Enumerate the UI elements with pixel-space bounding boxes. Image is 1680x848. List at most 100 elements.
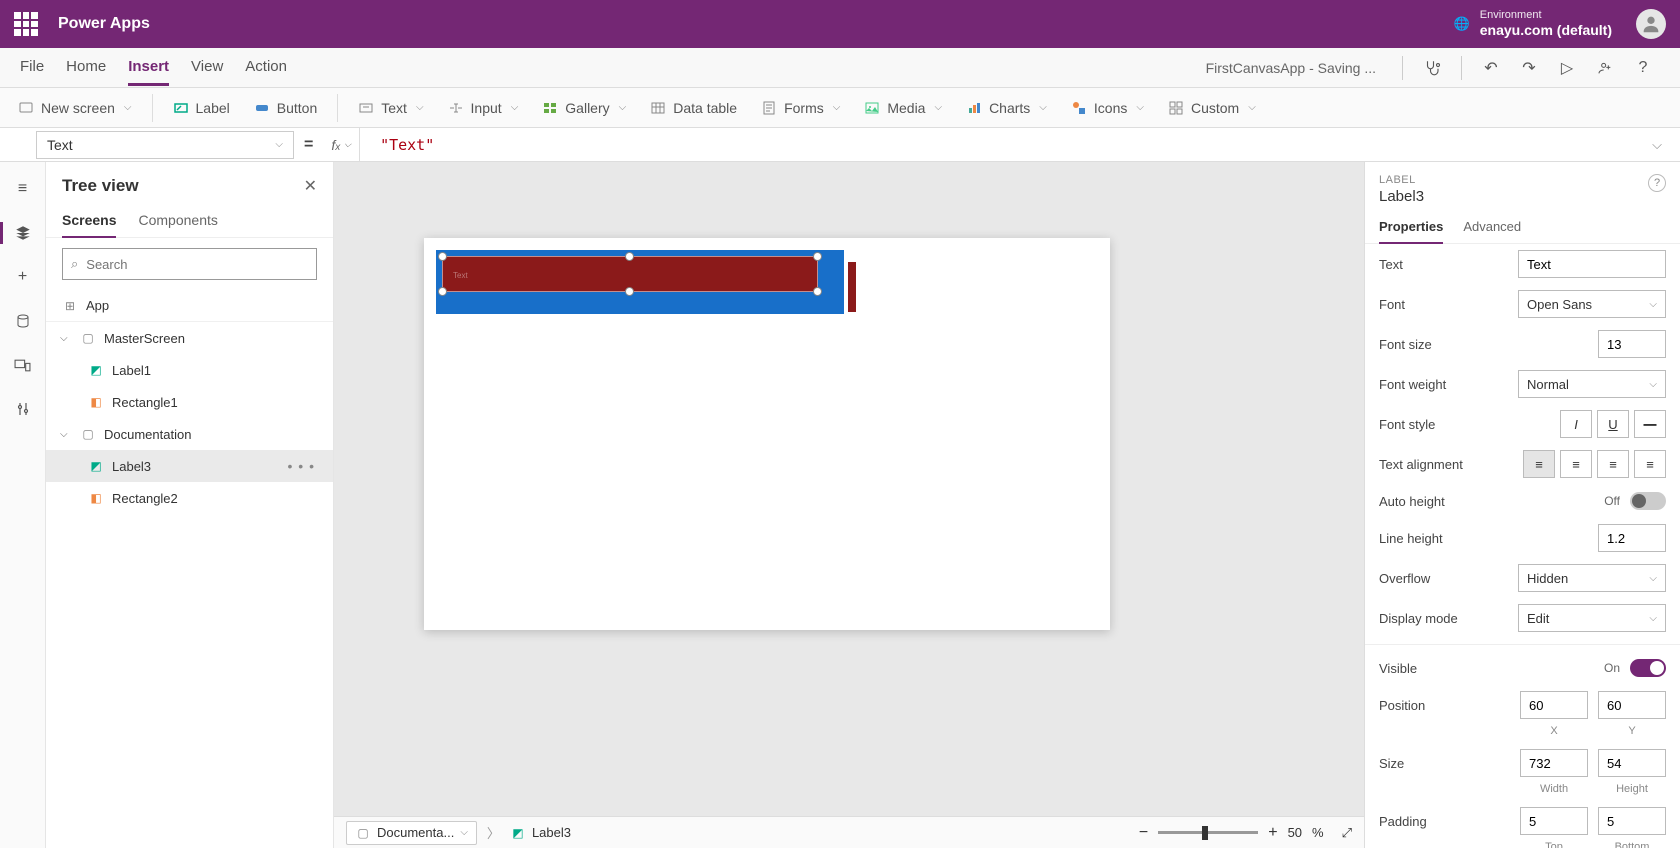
menu-insert[interactable]: Insert xyxy=(128,50,169,86)
breadcrumb-screen[interactable]: ▢ Documenta... ⌵ xyxy=(346,821,477,845)
strikethrough-button[interactable]: — xyxy=(1634,410,1666,438)
text-dropdown[interactable]: Text xyxy=(348,94,433,122)
gallery-dropdown[interactable]: Gallery xyxy=(532,94,636,122)
tree-screen-master[interactable]: ⌵ ▢ MasterScreen xyxy=(46,322,333,354)
resize-handle-se[interactable] xyxy=(813,287,822,296)
share-button[interactable] xyxy=(1588,51,1622,85)
prop-padtop-input[interactable] xyxy=(1520,807,1588,835)
tree-search-input[interactable] xyxy=(86,257,308,272)
breadcrumb-control[interactable]: ◩ Label3 xyxy=(510,825,571,841)
prop-padbottom-input[interactable] xyxy=(1598,807,1666,835)
align-center-button[interactable]: ≡ xyxy=(1560,450,1592,478)
icons-dropdown[interactable]: Icons xyxy=(1061,94,1154,122)
label-icon xyxy=(173,100,189,116)
zoom-in-button[interactable]: + xyxy=(1268,824,1277,842)
input-dropdown[interactable]: Input xyxy=(438,94,529,122)
align-left-button[interactable]: ≡ xyxy=(1523,450,1555,478)
play-button[interactable]: ▷ xyxy=(1550,51,1584,85)
property-dropdown[interactable]: Text⌵ xyxy=(36,131,294,159)
resize-handle-ne[interactable] xyxy=(813,252,822,261)
more-options-button[interactable]: • • • xyxy=(282,458,321,474)
resize-handle-n[interactable] xyxy=(625,252,634,261)
visible-toggle[interactable] xyxy=(1630,659,1666,677)
menu-file[interactable]: File xyxy=(20,50,44,85)
tree-item-rectangle1[interactable]: ◧ Rectangle1 xyxy=(46,386,333,418)
props-tab-properties[interactable]: Properties xyxy=(1379,211,1443,244)
fit-screen-button[interactable]: ⤢ xyxy=(1342,825,1352,841)
zoom-out-button[interactable]: − xyxy=(1139,824,1148,842)
charts-dropdown[interactable]: Charts xyxy=(956,94,1057,122)
button-button[interactable]: Button xyxy=(244,94,327,122)
tree-view-button[interactable] xyxy=(8,218,38,248)
canvas-area[interactable]: Text ▢ Documenta... ⌵ 〉 ◩ Label xyxy=(334,162,1364,848)
align-right-button[interactable]: ≡ xyxy=(1597,450,1629,478)
rectangle-control[interactable]: Text xyxy=(436,250,844,314)
button-icon xyxy=(254,100,270,116)
tree-tab-screens[interactable]: Screens xyxy=(62,204,116,238)
help-button[interactable]: ? xyxy=(1626,51,1660,85)
form-icon xyxy=(761,100,777,116)
collapse-icon[interactable]: ⌵ xyxy=(60,429,72,440)
tree-item-label3[interactable]: ◩ Label3 • • • xyxy=(46,450,333,482)
hamburger-button[interactable]: ≡ xyxy=(8,174,38,204)
tree-tab-components[interactable]: Components xyxy=(138,204,217,237)
tree-search[interactable]: ⌕ xyxy=(62,248,317,280)
tree-item-rectangle2[interactable]: ◧ Rectangle2 xyxy=(46,482,333,514)
sliders-icon xyxy=(15,401,31,417)
brand-label: Power Apps xyxy=(58,15,150,33)
rectangle-edge xyxy=(848,262,856,312)
undo-button[interactable]: ↶ xyxy=(1474,51,1508,85)
align-justify-button[interactable]: ≡ xyxy=(1634,450,1666,478)
data-table-button[interactable]: Data table xyxy=(640,94,747,122)
media-button[interactable] xyxy=(8,350,38,380)
redo-button[interactable]: ↷ xyxy=(1512,51,1546,85)
media-dropdown[interactable]: Media xyxy=(854,94,952,122)
data-button[interactable] xyxy=(8,306,38,336)
collapse-icon[interactable]: ⌵ xyxy=(60,333,72,344)
zoom-slider[interactable] xyxy=(1158,831,1258,834)
resize-handle-sw[interactable] xyxy=(438,287,447,296)
italic-button[interactable]: I xyxy=(1560,410,1592,438)
fx-dropdown[interactable]: fx⌵ xyxy=(323,128,360,161)
formula-expand-button[interactable]: ⌵ xyxy=(1644,137,1670,153)
user-avatar[interactable] xyxy=(1636,9,1666,39)
prop-text-input[interactable] xyxy=(1518,250,1666,278)
prop-x-input[interactable] xyxy=(1520,691,1588,719)
prop-displaymode-select[interactable]: Edit⌵ xyxy=(1518,604,1666,632)
canvas-screen[interactable]: Text xyxy=(424,238,1110,630)
props-tab-advanced[interactable]: Advanced xyxy=(1463,211,1521,243)
prop-fontweight-select[interactable]: Normal⌵ xyxy=(1518,370,1666,398)
underline-button[interactable]: U xyxy=(1597,410,1629,438)
custom-dropdown[interactable]: Custom xyxy=(1158,94,1266,122)
resize-handle-s[interactable] xyxy=(625,287,634,296)
prop-y-input[interactable] xyxy=(1598,691,1666,719)
label-control-selected[interactable]: Text xyxy=(442,256,818,292)
waffle-icon[interactable] xyxy=(14,12,38,36)
app-checker-button[interactable] xyxy=(1415,51,1449,85)
formula-input[interactable] xyxy=(370,128,1634,161)
forms-dropdown[interactable]: Forms xyxy=(751,94,850,122)
prop-font-select[interactable]: Open Sans⌵ xyxy=(1518,290,1666,318)
tree-app-item[interactable]: ⊞ App xyxy=(46,290,333,322)
env-name: enayu.com (default) xyxy=(1480,22,1612,39)
menu-home[interactable]: Home xyxy=(66,50,106,85)
prop-lineheight-input[interactable] xyxy=(1598,524,1666,552)
tools-button[interactable] xyxy=(8,394,38,424)
tree-screen-documentation[interactable]: ⌵ ▢ Documentation xyxy=(46,418,333,450)
label-button[interactable]: Label xyxy=(163,94,240,122)
new-screen-button[interactable]: New screen xyxy=(8,94,142,122)
prop-width-input[interactable] xyxy=(1520,749,1588,777)
resize-handle-nw[interactable] xyxy=(438,252,447,261)
prop-fontsize-input[interactable] xyxy=(1598,330,1666,358)
help-icon[interactable]: ? xyxy=(1648,174,1666,192)
auto-height-toggle[interactable] xyxy=(1630,492,1666,510)
prop-overflow-select[interactable]: Hidden⌵ xyxy=(1518,564,1666,592)
menu-action[interactable]: Action xyxy=(245,50,287,85)
prop-height-input[interactable] xyxy=(1598,749,1666,777)
close-tree-button[interactable]: ✕ xyxy=(304,176,317,196)
equals-label: = xyxy=(304,136,313,154)
menu-view[interactable]: View xyxy=(191,50,223,85)
environment-picker[interactable]: 🌐 Environment enayu.com (default) xyxy=(1454,9,1612,39)
add-button[interactable]: + xyxy=(8,262,38,292)
tree-item-label1[interactable]: ◩ Label1 xyxy=(46,354,333,386)
